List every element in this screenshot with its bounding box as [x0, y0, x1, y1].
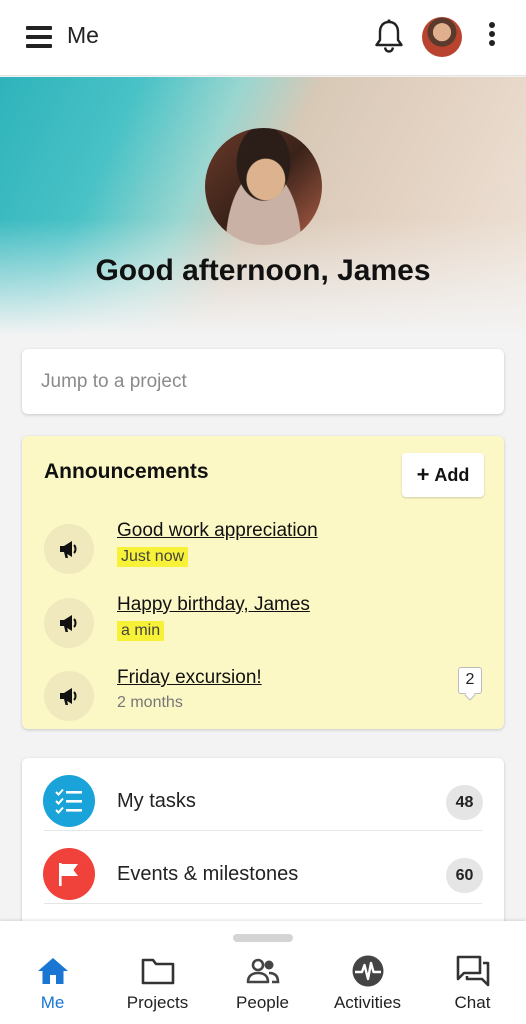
- megaphone-icon: [44, 598, 94, 648]
- list-item-label: Events & milestones: [117, 863, 299, 885]
- plus-icon: +: [416, 462, 430, 487]
- tab-projects[interactable]: Projects: [105, 951, 210, 1017]
- user-name: James: [337, 254, 431, 287]
- avatar[interactable]: [422, 17, 462, 57]
- announcement-item[interactable]: Friday excursion! 2 months 2: [44, 667, 484, 723]
- announcements-card: Announcements + Add Good work appreciati…: [22, 436, 504, 729]
- announcement-item[interactable]: Happy birthday, James a min: [44, 594, 484, 650]
- tab-label: Me: [40, 993, 65, 1012]
- announcement-item[interactable]: Good work appreciation Just now: [44, 520, 484, 576]
- search-input[interactable]: [22, 349, 504, 414]
- count-badge: 60: [446, 858, 483, 893]
- announcements-title: Announcements: [44, 460, 209, 483]
- checklist-icon: [43, 775, 95, 827]
- page-title: Me: [67, 22, 99, 48]
- tab-activities[interactable]: Activities: [315, 951, 420, 1017]
- chat-icon: [453, 951, 493, 991]
- megaphone-icon: [44, 524, 94, 574]
- project-search[interactable]: [22, 349, 504, 414]
- hamburger-menu-icon[interactable]: [26, 26, 52, 48]
- greeting-prefix: Good afternoon,: [95, 254, 338, 287]
- home-icon: [33, 951, 73, 991]
- add-button-label: Add: [434, 464, 470, 485]
- profile-avatar[interactable]: [205, 128, 322, 245]
- kebab-menu-icon[interactable]: [486, 22, 498, 52]
- app-bar: Me: [0, 0, 526, 76]
- announcement-title[interactable]: Good work appreciation: [117, 520, 318, 542]
- flag-icon: [43, 848, 95, 900]
- divider: [44, 903, 482, 904]
- bottom-navigation: Me Projects People Activities Chat: [0, 921, 526, 1024]
- greeting: Good afternoon, James: [0, 254, 526, 288]
- list-item-my-tasks[interactable]: My tasks 48: [22, 758, 504, 831]
- list-item-label: My tasks: [117, 790, 196, 812]
- tab-label: Chat: [454, 993, 491, 1012]
- drag-handle[interactable]: [233, 934, 293, 942]
- people-icon: [243, 951, 283, 991]
- announcement-time: a min: [117, 621, 165, 641]
- tab-label: Activities: [333, 993, 402, 1012]
- announcement-time: Just now: [117, 547, 189, 567]
- activity-pulse-icon: [348, 951, 388, 991]
- folder-icon: [138, 951, 178, 991]
- tab-people[interactable]: People: [210, 951, 315, 1017]
- tab-chat[interactable]: Chat: [420, 951, 525, 1017]
- megaphone-icon: [44, 671, 94, 721]
- list-item-events-milestones[interactable]: Events & milestones 60: [22, 831, 504, 904]
- tab-label: Projects: [126, 993, 189, 1012]
- add-announcement-button[interactable]: + Add: [402, 453, 484, 497]
- tab-label: People: [236, 993, 289, 1012]
- bell-icon[interactable]: [372, 18, 406, 54]
- announcement-time: 2 months: [117, 694, 183, 711]
- comment-count-badge[interactable]: 2: [458, 667, 482, 694]
- announcement-title[interactable]: Happy birthday, James: [117, 594, 310, 616]
- count-badge: 48: [446, 785, 483, 820]
- tab-me[interactable]: Me: [0, 951, 105, 1017]
- announcement-title[interactable]: Friday excursion!: [117, 667, 262, 689]
